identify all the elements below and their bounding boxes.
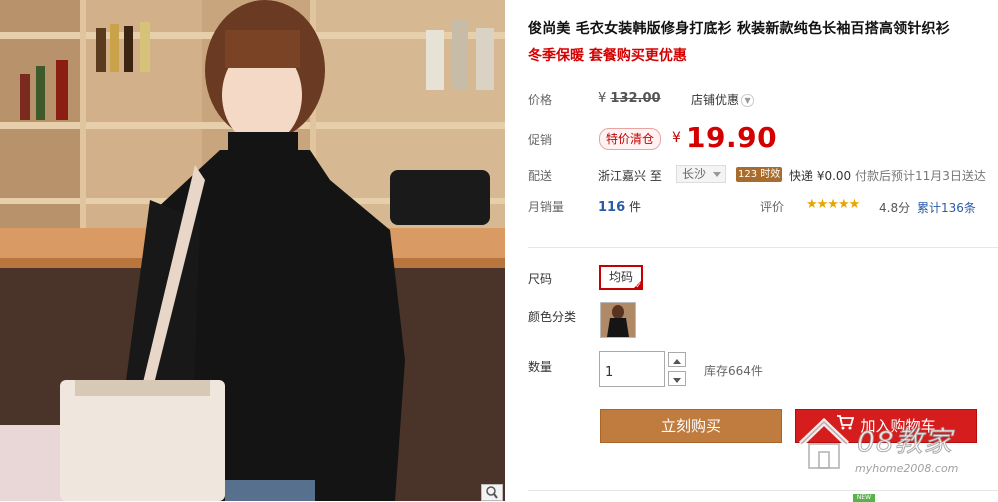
monthly-sales-label: 月销量 — [528, 200, 565, 214]
monthly-sales-count: 116 — [598, 200, 626, 215]
color-option-swatch[interactable] — [600, 302, 636, 338]
shop-discount-dropdown[interactable]: 店铺优惠 ▼ — [691, 91, 755, 108]
buy-now-label: 立刻购买 — [660, 417, 721, 435]
promo-price: 19.90 — [686, 121, 778, 154]
size-option-label: 均码 — [608, 270, 633, 284]
section-divider — [528, 247, 998, 248]
price-label: 价格 — [528, 93, 553, 107]
delivery-time-badge: 123 时效 — [736, 167, 783, 182]
caret-down-icon — [713, 172, 721, 177]
chevron-down-icon: ▼ — [741, 94, 755, 107]
section-divider-bottom — [528, 490, 998, 491]
shipping-from: 浙江嘉兴 至 — [598, 169, 662, 183]
rating-score: 4.8分 — [879, 201, 911, 215]
shipping-destination-select[interactable]: 长沙 — [676, 165, 726, 183]
promo-label: 促销 — [528, 133, 553, 147]
shop-discount-label: 店铺优惠 — [691, 93, 740, 107]
product-photo-image — [0, 0, 505, 501]
review-count-link[interactable]: 累计136条 — [917, 199, 976, 216]
size-option-selected[interactable]: 均码 ✓ — [599, 265, 643, 290]
original-price-value: 132.00 — [610, 91, 661, 106]
shipping-label: 配送 — [528, 169, 553, 183]
quantity-increase-button[interactable] — [668, 352, 686, 367]
monthly-sales: 116 件 — [598, 198, 641, 215]
quantity-decrease-button[interactable] — [668, 371, 686, 386]
rating-label: 评价 — [760, 200, 785, 214]
product-title: 俊尚美 毛衣女装韩版修身打底衫 秋装新款纯色长袖百搭高领针织衫 — [528, 21, 950, 37]
original-price-yen: ¥ — [598, 91, 607, 106]
add-to-cart-button[interactable]: 加入购物车 — [795, 409, 977, 443]
stock-count: 库存664件 — [704, 364, 763, 378]
shipping-destination-value: 长沙 — [682, 167, 707, 181]
quantity-input[interactable] — [599, 351, 665, 387]
add-to-cart-label: 加入购物车 — [860, 417, 936, 435]
product-photo[interactable] — [0, 0, 505, 501]
shopping-cart-icon — [836, 409, 855, 441]
shipping-fee: 快递 ¥0.00 付款后预计11月3日送达 — [789, 167, 986, 184]
shipping-fee-value: 快递 ¥0.00 — [789, 169, 852, 183]
rating-stars-icon: ★★★★★ — [806, 197, 860, 212]
promo-tag: 特价清仓 — [599, 128, 662, 150]
original-price: ¥ 132.00 — [598, 91, 661, 106]
promo-yen: ¥ — [672, 130, 681, 146]
color-swatch-thumbnail — [601, 303, 635, 337]
arrow-down-icon — [673, 378, 681, 383]
checkmark-icon: ✓ — [635, 281, 642, 290]
arrow-up-icon — [673, 359, 681, 364]
product-info-panel: 俊尚美 毛衣女装韩版修身打底衫 秋装新款纯色长袖百搭高领针织衫 冬季保暖 套餐购… — [528, 0, 998, 501]
color-label: 颜色分类 — [528, 310, 577, 324]
buy-now-button[interactable]: 立刻购买 — [600, 409, 782, 443]
product-subtitle: 冬季保暖 套餐购买更优惠 — [528, 48, 687, 64]
monthly-sales-unit: 件 — [628, 200, 641, 214]
shipping-estimate: 付款后预计11月3日送达 — [855, 169, 986, 183]
size-label: 尺码 — [528, 272, 553, 286]
zoom-icon[interactable] — [481, 484, 503, 501]
quantity-label: 数量 — [528, 360, 553, 374]
